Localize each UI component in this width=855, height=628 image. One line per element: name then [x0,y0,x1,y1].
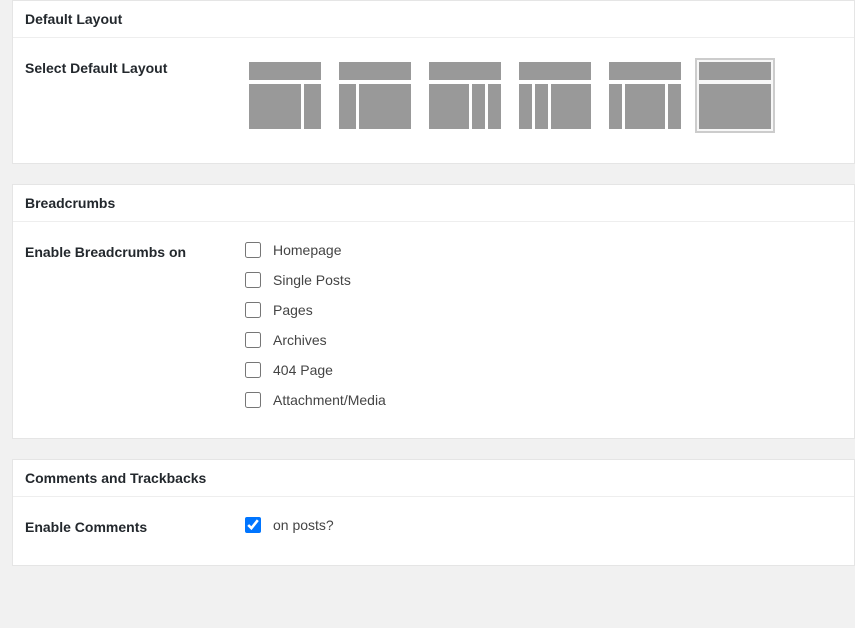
layout-option-content-sidebar[interactable] [245,58,325,133]
comments-field-label: Enable Comments [25,517,245,535]
layout-col-narrow-icon [472,84,485,129]
layout-option-content-sidebar-sidebar[interactable] [425,58,505,133]
layout-body-icon [519,84,591,129]
breadcrumb-checkbox-archives[interactable] [245,332,261,348]
breadcrumb-option-homepage: Homepage [245,242,842,258]
layout-body-icon [699,84,771,129]
breadcrumb-option-single-posts: Single Posts [245,272,842,288]
breadcrumbs-field-control: Homepage Single Posts Pages Archives [245,242,842,408]
layout-option-sidebar-content-sidebar[interactable] [605,58,685,133]
breadcrumbs-field-row: Enable Breadcrumbs on Homepage Single Po… [25,242,842,408]
breadcrumb-option-pages: Pages [245,302,842,318]
breadcrumbs-checkbox-list: Homepage Single Posts Pages Archives [245,242,842,408]
breadcrumb-checkbox-attachment[interactable] [245,392,261,408]
layout-body-icon [429,84,501,129]
default-layout-panel: Default Layout Select Default Layout [12,0,855,164]
breadcrumb-label-404[interactable]: 404 Page [273,362,333,378]
layout-col-narrow-icon [488,84,501,129]
breadcrumb-checkbox-homepage[interactable] [245,242,261,258]
layout-col-narrow-icon [519,84,532,129]
comments-checkbox-on-posts[interactable] [245,517,261,533]
breadcrumb-option-archives: Archives [245,332,842,348]
breadcrumbs-panel: Breadcrumbs Enable Breadcrumbs on Homepa… [12,184,855,439]
breadcrumb-checkbox-pages[interactable] [245,302,261,318]
layout-field-label: Select Default Layout [25,58,245,76]
layout-col-wide-icon [359,84,411,129]
layout-body-icon [339,84,411,129]
layout-header-icon [339,62,411,80]
layout-col-full-icon [699,84,771,129]
layout-header-icon [249,62,321,80]
comments-body: Enable Comments on posts? [13,497,854,565]
breadcrumbs-field-label: Enable Breadcrumbs on [25,242,245,260]
layout-option-sidebar-sidebar-content[interactable] [515,58,595,133]
layout-option-sidebar-content[interactable] [335,58,415,133]
comments-field-row: Enable Comments on posts? [25,517,842,535]
layout-header-icon [699,62,771,80]
breadcrumb-checkbox-404[interactable] [245,362,261,378]
comments-header: Comments and Trackbacks [13,460,854,497]
layout-field-row: Select Default Layout [25,58,842,133]
layout-option-full-width[interactable] [695,58,775,133]
layout-body-icon [609,84,681,129]
layout-col-wide-icon [625,84,665,129]
comments-panel: Comments and Trackbacks Enable Comments … [12,459,855,566]
breadcrumb-option-attachment: Attachment/Media [245,392,842,408]
layout-col-wide-icon [429,84,469,129]
comments-label-on-posts[interactable]: on posts? [273,517,334,533]
breadcrumb-label-homepage[interactable]: Homepage [273,242,342,258]
layout-col-narrow-icon [304,84,321,129]
layout-header-icon [609,62,681,80]
layout-field-control [245,58,842,133]
layout-col-narrow-icon [535,84,548,129]
breadcrumbs-header: Breadcrumbs [13,185,854,222]
breadcrumb-label-attachment[interactable]: Attachment/Media [273,392,386,408]
breadcrumb-option-404: 404 Page [245,362,842,378]
comments-checkbox-list: on posts? [245,517,842,533]
layout-header-icon [429,62,501,80]
layout-options [245,58,842,133]
default-layout-header: Default Layout [13,1,854,38]
layout-col-wide-icon [551,84,591,129]
layout-header-icon [519,62,591,80]
layout-col-narrow-icon [609,84,622,129]
layout-body-icon [249,84,321,129]
layout-col-narrow-icon [339,84,356,129]
breadcrumb-label-pages[interactable]: Pages [273,302,313,318]
default-layout-body: Select Default Layout [13,38,854,163]
breadcrumb-checkbox-single-posts[interactable] [245,272,261,288]
layout-col-wide-icon [249,84,301,129]
layout-col-narrow-icon [668,84,681,129]
breadcrumbs-body: Enable Breadcrumbs on Homepage Single Po… [13,222,854,438]
breadcrumb-label-single-posts[interactable]: Single Posts [273,272,351,288]
comments-option-on-posts: on posts? [245,517,842,533]
comments-field-control: on posts? [245,517,842,533]
breadcrumb-label-archives[interactable]: Archives [273,332,327,348]
